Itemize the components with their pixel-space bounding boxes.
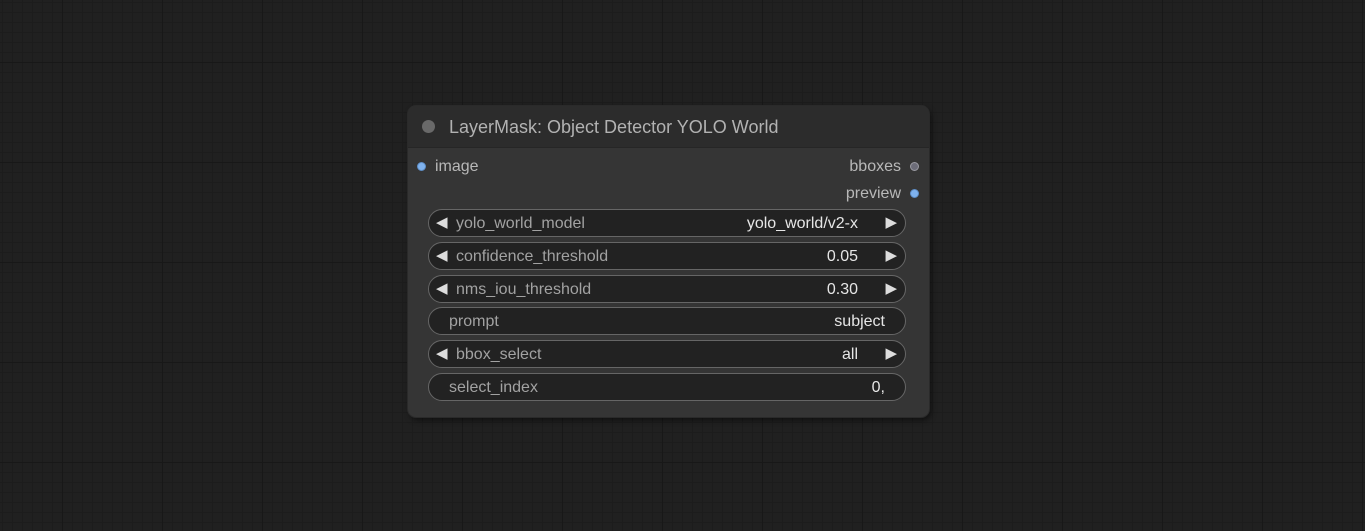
widget-label: confidence_threshold	[456, 248, 609, 265]
decrement-arrow-icon[interactable]: ◀	[436, 279, 448, 299]
node-object-detector-yolo-world[interactable]: LayerMask: Object Detector YOLO World im…	[408, 106, 929, 417]
widget-value: 0.05	[826, 248, 858, 265]
input-slot-image-dot-icon[interactable]	[417, 162, 426, 171]
decrement-arrow-icon[interactable]: ◀	[436, 246, 448, 266]
decrement-arrow-icon[interactable]: ◀	[436, 213, 448, 233]
increment-arrow-icon[interactable]: ▶	[885, 279, 897, 299]
increment-arrow-icon[interactable]: ▶	[885, 246, 897, 266]
yolo-world-model-combo[interactable]: ◀ yolo_world_model yolo_world/v2-x ▶	[428, 209, 906, 237]
widget-value: 0,	[871, 379, 885, 396]
node-title: LayerMask: Object Detector YOLO World	[449, 117, 779, 137]
input-slot-image-label: image	[435, 158, 479, 175]
output-slot-bboxes-label: bboxes	[849, 158, 901, 175]
output-slot-preview-label: preview	[845, 185, 901, 202]
widget-value: yolo_world/v2-x	[746, 215, 858, 232]
bbox-select-combo[interactable]: ◀ bbox_select all ▶	[428, 340, 906, 368]
increment-arrow-icon[interactable]: ▶	[885, 213, 897, 233]
widget-label: nms_iou_threshold	[456, 281, 592, 298]
widget-value: all	[841, 346, 858, 363]
select-index-text-field[interactable]: select_index 0,	[428, 373, 906, 401]
collapse-dot-icon[interactable]	[422, 120, 435, 133]
widget-value: 0.30	[826, 281, 858, 298]
widget-label: bbox_select	[456, 346, 542, 363]
output-slot-preview-dot-icon[interactable]	[910, 189, 919, 198]
decrement-arrow-icon[interactable]: ◀	[436, 344, 448, 364]
widget-label: select_index	[449, 379, 538, 396]
widget-label: prompt	[449, 313, 499, 330]
confidence-threshold-number[interactable]: ◀ confidence_threshold 0.05 ▶	[428, 242, 906, 270]
output-slot-bboxes-dot-icon[interactable]	[910, 162, 919, 171]
widget-value: subject	[834, 313, 885, 330]
prompt-text-field[interactable]: prompt subject	[428, 307, 906, 335]
increment-arrow-icon[interactable]: ▶	[885, 344, 897, 364]
widget-label: yolo_world_model	[456, 215, 585, 232]
nms-iou-threshold-number[interactable]: ◀ nms_iou_threshold 0.30 ▶	[428, 275, 906, 303]
node-title-bar[interactable]: LayerMask: Object Detector YOLO World	[408, 106, 929, 148]
